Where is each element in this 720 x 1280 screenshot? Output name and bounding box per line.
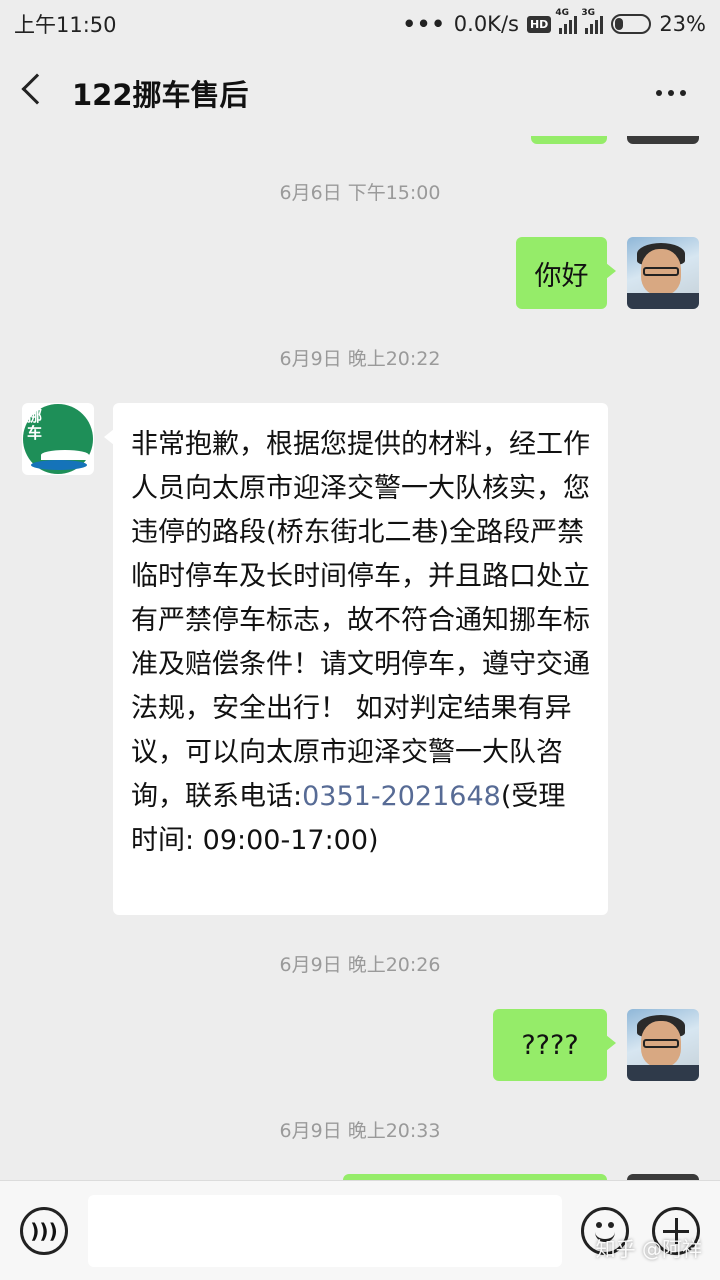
message-text: ???? (521, 1029, 579, 1061)
watermark: 知乎 @阿祥 (595, 1237, 702, 1261)
received-message-bubble[interactable]: 非常抱歉，根据您提供的材料，经工作人员向太原市迎泽交警一大队核实，您违停的路段(… (104, 403, 608, 915)
timestamp: 6月6日 下午15:00 (279, 182, 441, 204)
input-bar: ))) 知乎 @阿祥 (0, 1180, 720, 1280)
status-time: 上午11:50 (14, 13, 117, 37)
signal-3g-icon: 3G (581, 8, 604, 34)
more-dots-icon[interactable] (656, 90, 686, 96)
status-icons: ••• 0.0K/s HD 4G 3G 23% (402, 8, 707, 36)
timestamp: 6月9日 晚上20:26 (279, 954, 441, 976)
timestamp: 6月9日 晚上20:22 (279, 348, 441, 370)
message-input[interactable] (88, 1195, 562, 1267)
timestamp: 6月9日 晚上20:33 (279, 1120, 441, 1142)
message-text: 你好 (534, 260, 589, 292)
sent-message-bubble[interactable]: 你好 (516, 237, 616, 309)
message-body: 非常抱歉，根据您提供的材料，经工作人员向太原市迎泽交警一大队核实，您违停的路段(… (131, 429, 590, 812)
phone-link[interactable]: 0351-2021648 (302, 781, 501, 812)
more-notifications-icon: ••• (402, 12, 446, 36)
signal-4g-icon: 4G (555, 8, 578, 34)
nuoche-logo-icon: 挪车 (23, 404, 93, 474)
service-avatar[interactable]: 挪车 (22, 403, 94, 475)
battery-percent: 23% (659, 12, 706, 36)
avatar[interactable] (627, 237, 699, 309)
hd-badge: HD (526, 15, 552, 33)
logo-text: 挪车 (27, 407, 43, 442)
signal-4g-label: 4G (555, 8, 569, 18)
sent-message-bubble[interactable]: ???? (493, 1009, 616, 1081)
signal-3g-label: 3G (581, 8, 595, 18)
partial-avatar[interactable] (627, 136, 699, 144)
chevron-left-icon[interactable] (21, 73, 53, 105)
title-bar: 122挪车售后 (0, 48, 720, 136)
partial-message-bubble[interactable] (531, 136, 607, 144)
chat-area[interactable]: 6月6日 下午15:00 你好 6月9日 晚上20:22 挪车 非常抱歉，根据您… (0, 136, 720, 1180)
chat-title: 122挪车售后 (72, 78, 249, 112)
network-speed: 0.0K/s (453, 12, 519, 36)
avatar[interactable] (627, 1009, 699, 1081)
battery-icon (611, 14, 652, 34)
status-bar: 上午11:50 ••• 0.0K/s HD 4G 3G 23% (0, 0, 720, 48)
voice-icon[interactable]: ))) (20, 1207, 68, 1255)
message-text: 非常抱歉，根据您提供的材料，经工作人员向太原市迎泽交警一大队核实，您违停的路段(… (113, 403, 608, 881)
